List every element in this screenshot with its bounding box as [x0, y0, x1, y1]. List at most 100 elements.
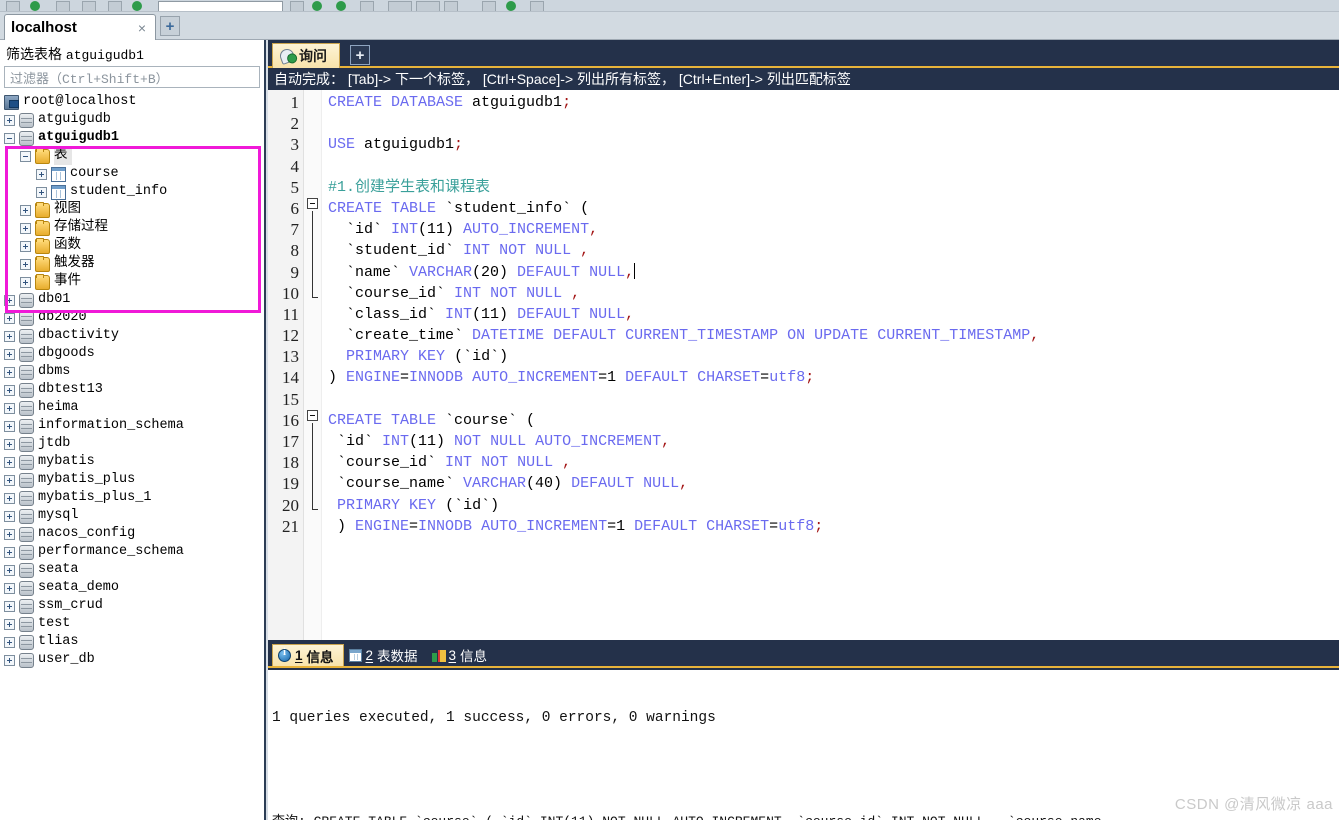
tree-node-course[interactable]: course	[0, 165, 264, 183]
code-line[interactable]: `course_id` INT NOT NULL ,	[328, 452, 1339, 473]
code-line[interactable]: `class_id` INT(11) DEFAULT NULL,	[328, 304, 1339, 325]
expand-icon[interactable]	[4, 402, 15, 414]
tree-node-tlias[interactable]: tlias	[0, 633, 264, 651]
toolbar-icon-4[interactable]	[108, 1, 122, 11]
code-line[interactable]: `name` VARCHAR(20) DEFAULT NULL,	[328, 262, 1339, 283]
toolbar-run-icon[interactable]	[312, 1, 322, 11]
tree-node-root[interactable]: root@localhost	[0, 93, 264, 111]
code-line[interactable]: CREATE DATABASE atguigudb1;	[328, 92, 1339, 113]
toolbar-icon-10[interactable]	[482, 1, 496, 11]
tree-node-mysql[interactable]: mysql	[0, 507, 264, 525]
code-line[interactable]: PRIMARY KEY (`id`)	[328, 346, 1339, 367]
tree-node-mybatis_plus[interactable]: mybatis_plus	[0, 471, 264, 489]
expand-icon[interactable]	[4, 618, 15, 630]
code-line[interactable]: `id` INT(11) AUTO_INCREMENT,	[328, 219, 1339, 240]
code-line[interactable]	[328, 113, 1339, 134]
tree-node-dbms[interactable]: dbms	[0, 363, 264, 381]
tree-node-test[interactable]: test	[0, 615, 264, 633]
toolbar-connect-icon[interactable]	[30, 1, 40, 11]
expand-icon[interactable]	[4, 312, 15, 324]
code-line[interactable]: PRIMARY KEY (`id`)	[328, 495, 1339, 516]
close-icon[interactable]: ×	[135, 20, 149, 36]
expand-icon[interactable]	[4, 456, 15, 468]
tree-node-heima[interactable]: heima	[0, 399, 264, 417]
tree-node-[interactable]: 事件	[0, 273, 264, 291]
expand-icon[interactable]	[4, 348, 15, 360]
new-query-tab-button[interactable]: +	[350, 45, 370, 65]
tree-node-atguigudb1[interactable]: atguigudb1	[0, 129, 264, 147]
expand-icon[interactable]	[4, 510, 15, 522]
toolbar-icon-5[interactable]	[290, 1, 304, 11]
expand-icon[interactable]	[4, 114, 15, 126]
tree-node-mybatis[interactable]: mybatis	[0, 453, 264, 471]
collapse-icon[interactable]	[20, 150, 31, 162]
tree-node-information_schema[interactable]: information_schema	[0, 417, 264, 435]
expand-icon[interactable]	[4, 600, 15, 612]
code-line[interactable]: USE atguigudb1;	[328, 134, 1339, 155]
code-line[interactable]: ) ENGINE=INNODB AUTO_INCREMENT=1 DEFAULT…	[328, 516, 1339, 537]
tree-node-db01[interactable]: db01	[0, 291, 264, 309]
code-line[interactable]: CREATE TABLE `student_info` (	[328, 198, 1339, 219]
tree-node-seata_demo[interactable]: seata_demo	[0, 579, 264, 597]
tree-node-[interactable]: 函数	[0, 237, 264, 255]
tree-node-jtdb[interactable]: jtdb	[0, 435, 264, 453]
expand-icon[interactable]	[4, 366, 15, 378]
code-line[interactable]: ) ENGINE=INNODB AUTO_INCREMENT=1 DEFAULT…	[328, 367, 1339, 388]
expand-icon[interactable]	[4, 420, 15, 432]
collapse-icon[interactable]	[4, 132, 15, 144]
expand-icon[interactable]	[4, 384, 15, 396]
tree-node-[interactable]: 表	[0, 147, 264, 165]
code-fold-column[interactable]	[304, 90, 322, 640]
sql-code[interactable]: CREATE DATABASE atguigudb1; USE atguigudb…	[322, 90, 1339, 640]
code-line[interactable]: `id` INT(11) NOT NULL AUTO_INCREMENT,	[328, 431, 1339, 452]
tree-node-dbactivity[interactable]: dbactivity	[0, 327, 264, 345]
expand-icon[interactable]	[4, 654, 15, 666]
toolbar-icon-8[interactable]	[416, 1, 440, 11]
expand-icon[interactable]	[4, 528, 15, 540]
new-connection-tab-button[interactable]: +	[160, 16, 180, 36]
query-tab[interactable]: 询问	[272, 43, 340, 68]
tree-node-ssm_crud[interactable]: ssm_crud	[0, 597, 264, 615]
expand-icon[interactable]	[36, 186, 47, 198]
expand-icon[interactable]	[4, 294, 15, 306]
tree-node-user_db[interactable]: user_db	[0, 651, 264, 669]
expand-icon[interactable]	[4, 582, 15, 594]
expand-icon[interactable]	[4, 636, 15, 648]
toolbar-database-select[interactable]	[158, 1, 283, 11]
expand-icon[interactable]	[4, 564, 15, 576]
expand-icon[interactable]	[20, 258, 31, 270]
tree-node-dbtest13[interactable]: dbtest13	[0, 381, 264, 399]
toolbar-icon-12[interactable]	[530, 1, 544, 11]
fold-marker-student-info[interactable]	[307, 198, 318, 209]
code-line[interactable]: `student_id` INT NOT NULL ,	[328, 240, 1339, 261]
code-line[interactable]	[328, 156, 1339, 177]
code-line[interactable]	[328, 389, 1339, 410]
tree-node-dbgoods[interactable]: dbgoods	[0, 345, 264, 363]
toolbar-stop-icon[interactable]	[336, 1, 346, 11]
sql-editor[interactable]: 1 2 3 4 5 6 7 8 9 10 11 12 13 14 15 16 17 18 19 20 21 CREATE…	[268, 90, 1339, 640]
tree-node-nacos_config[interactable]: nacos_config	[0, 525, 264, 543]
object-tree[interactable]: root@localhost atguigudb atguigudb1 表 cours…	[0, 91, 264, 817]
results-tab-1[interactable]: 1信息	[272, 644, 344, 666]
tree-node-mybatis_plus_1[interactable]: mybatis_plus_1	[0, 489, 264, 507]
toolbar-icon-1[interactable]	[6, 1, 20, 11]
toolbar-icon-3[interactable]	[82, 1, 96, 11]
expand-icon[interactable]	[36, 168, 47, 180]
expand-icon[interactable]	[4, 474, 15, 486]
expand-icon[interactable]	[20, 240, 31, 252]
tree-node-atguigudb[interactable]: atguigudb	[0, 111, 264, 129]
tree-node-performance_schema[interactable]: performance_schema	[0, 543, 264, 561]
expand-icon[interactable]	[4, 492, 15, 504]
expand-icon[interactable]	[20, 204, 31, 216]
results-tab-2[interactable]: 2 表数据	[344, 644, 427, 666]
tree-node-seata[interactable]: seata	[0, 561, 264, 579]
filter-input[interactable]: 过滤器（Ctrl+Shift+B）	[4, 66, 260, 88]
tree-node-student_info[interactable]: student_info	[0, 183, 264, 201]
toolbar-icon-11[interactable]	[506, 1, 516, 11]
code-line[interactable]: `course_name` VARCHAR(40) DEFAULT NULL,	[328, 473, 1339, 494]
code-line[interactable]: `course_id` INT NOT NULL ,	[328, 283, 1339, 304]
toolbar-icon-6[interactable]	[360, 1, 374, 11]
connection-tab-localhost[interactable]: localhost ×	[4, 14, 156, 40]
expand-icon[interactable]	[20, 222, 31, 234]
expand-icon[interactable]	[4, 438, 15, 450]
